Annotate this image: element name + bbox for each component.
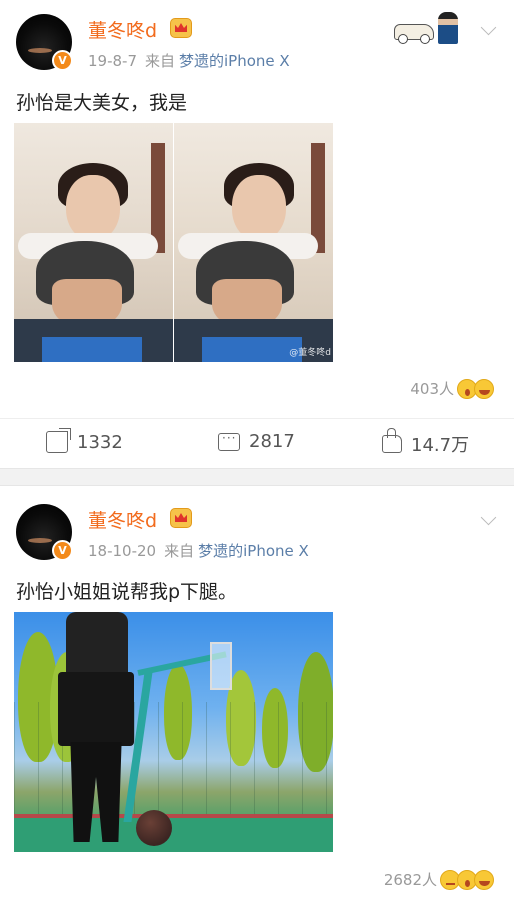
repost-button[interactable]: 1332 [46, 428, 123, 453]
repost-icon [46, 428, 71, 453]
comment-count: 2817 [249, 431, 295, 452]
laugh-emoji-icon [474, 378, 494, 399]
post-photo-1[interactable] [14, 612, 333, 852]
weibo-post: V 董冬咚d 18-10-20 来自 梦遗的iPhone X 孙怡小姐姐说帮我p下腿… [0, 486, 514, 904]
post-photo-1[interactable] [14, 123, 173, 362]
post-date: 19-8-7 [88, 52, 137, 70]
chevron-down-icon[interactable] [480, 516, 498, 528]
source-device-link[interactable]: 梦遗的iPhone X [179, 52, 290, 70]
post-text: 孙怡是大美女，我是 [16, 92, 188, 114]
post-separator [0, 468, 514, 486]
reaction-summary[interactable]: 403人 [410, 378, 494, 399]
action-bar: 1332 2817 14.7万 [0, 418, 514, 468]
post-photo-2[interactable]: @董冬咚d [174, 123, 333, 362]
like-button[interactable]: 14.7万 [382, 428, 470, 457]
username[interactable]: 董冬咚d [88, 16, 157, 43]
verified-badge-icon: V [52, 50, 73, 71]
comment-icon [218, 431, 240, 451]
weibo-post: V 董冬咚d 19-8-7 来自 梦遗的iPhone X 孙怡是大美女，我是 @董冬… [0, 0, 514, 468]
verified-badge-icon: V [52, 540, 73, 561]
source-prefix: 来自 [164, 542, 195, 560]
post-meta: 19-8-7 来自 梦遗的iPhone X [88, 50, 290, 71]
vip-crown-icon [170, 18, 192, 38]
repost-count: 1332 [77, 431, 123, 453]
vip-crown-icon [170, 508, 192, 528]
source-device-link[interactable]: 梦遗的iPhone X [198, 542, 309, 560]
thumbs-up-icon [382, 428, 402, 453]
photo-watermark: @董冬咚d [289, 348, 331, 358]
post-meta: 18-10-20 来自 梦遗的iPhone X [88, 540, 309, 561]
laugh-emoji-icon [474, 869, 494, 890]
reaction-count: 403人 [410, 380, 454, 398]
chevron-down-icon[interactable] [480, 26, 498, 38]
comment-button[interactable]: 2817 [218, 431, 295, 452]
post-date: 18-10-20 [88, 542, 157, 560]
source-prefix: 来自 [145, 52, 176, 70]
reaction-summary[interactable]: 2682人 [384, 869, 494, 890]
post-text: 孙怡小姐姐说帮我p下腿。 [16, 581, 238, 603]
card-decoration-icon [394, 12, 462, 44]
username[interactable]: 董冬咚d [88, 506, 157, 533]
like-count: 14.7万 [411, 435, 470, 456]
reaction-count: 2682人 [383, 871, 437, 889]
